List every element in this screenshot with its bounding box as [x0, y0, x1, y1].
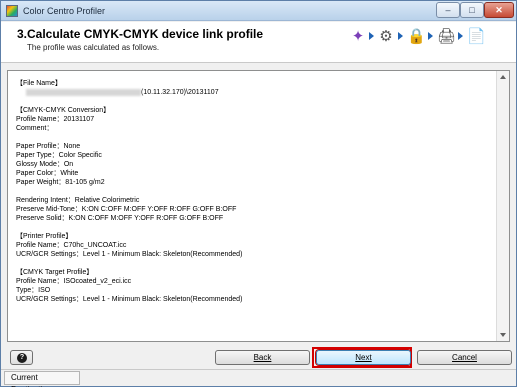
preserve-midtone: Preserve Mid-Tone：K:ON C:OFF M:OFF Y:OFF… — [16, 206, 237, 213]
status-bar: Current Destination — [1, 369, 516, 387]
profiler-window: Color Centro Profiler – □ ✕ 3.Calculate … — [0, 0, 517, 387]
rendering-intent: Rendering Intent：Relative Colorimetric — [16, 197, 140, 204]
profile-summary-panel[interactable]: 【File Name】 (10.11.32.170)\20131107 【CMY… — [7, 70, 510, 342]
redacted-path — [26, 89, 141, 96]
target-heading: 【CMYK Target Profile】 — [16, 269, 94, 276]
close-button[interactable]: ✕ — [484, 2, 514, 18]
printer-heading: 【Printer Profile】 — [16, 233, 73, 240]
printer-ucr-gcr: UCR/GCR Settings：Level 1 - Minimum Black… — [16, 251, 243, 258]
printer-profile-name: Profile Name：C70hc_UNCOAT.icc — [16, 242, 127, 249]
paper-type: Paper Type：Color Specific — [16, 152, 102, 159]
document-export-icon: 📄 — [467, 28, 486, 45]
vertical-scrollbar[interactable] — [496, 71, 509, 341]
file-name-row: (10.11.32.170)\20131107 — [16, 88, 494, 97]
target-ucr-gcr: UCR/GCR Settings：Level 1 - Minimum Black… — [16, 296, 243, 303]
target-profile-name: Profile Name：ISOcoated_v2_eci.icc — [16, 278, 132, 285]
paper-color: Paper Color：White — [16, 170, 79, 177]
arrow-icon — [428, 32, 433, 40]
arrow-icon — [369, 32, 374, 40]
arrow-icon — [398, 32, 403, 40]
arrow-icon — [458, 32, 463, 40]
paper-weight: Paper Weight：81-105 g/m2 — [16, 179, 105, 186]
app-icon — [6, 5, 18, 17]
help-icon: ? — [17, 353, 27, 363]
conversion-heading: 【CMYK-CMYK Conversion】 — [16, 107, 111, 114]
comment: Comment： — [16, 125, 54, 132]
target-type: Type：ISO — [16, 287, 51, 294]
lock-folder-icon: 🔒 — [407, 28, 426, 45]
maximize-button[interactable]: □ — [460, 2, 484, 18]
preserve-solid: Preserve Solid：K:ON C:OFF M:OFF Y:OFF R:… — [16, 215, 224, 222]
title-bar[interactable]: Color Centro Profiler – □ ✕ — [1, 1, 516, 21]
glossy-mode: Glossy Mode：On — [16, 161, 74, 168]
scroll-up-icon[interactable] — [500, 75, 506, 79]
minimize-button[interactable]: – — [436, 2, 460, 18]
file-name-value: (10.11.32.170)\20131107 — [141, 89, 219, 96]
page-subtitle: The profile was calculated as follows. — [27, 43, 160, 52]
cancel-button[interactable]: Cancel — [417, 350, 512, 365]
next-button[interactable]: Next — [316, 350, 411, 365]
page-title: 3.Calculate CMYK-CMYK device link profil… — [17, 27, 264, 41]
help-button[interactable]: ? — [10, 350, 33, 365]
gear-icon: ⚙ — [379, 28, 393, 45]
profile-name: Profile Name：20131107 — [16, 116, 95, 123]
window-title: Color Centro Profiler — [23, 6, 106, 16]
scroll-down-icon[interactable] — [500, 333, 506, 337]
wizard-header: 3.Calculate CMYK-CMYK device link profil… — [1, 22, 516, 63]
printer-user-icon: 🖨 — [437, 28, 457, 45]
back-button[interactable]: Back — [215, 350, 310, 365]
current-destination: Current Destination — [4, 371, 80, 387]
profile-summary-text: 【File Name】 (10.11.32.170)\20131107 【CMY… — [16, 79, 494, 304]
wand-icon: ✦ — [351, 28, 365, 45]
paper-profile: Paper Profile：None — [16, 143, 81, 150]
file-name-heading: 【File Name】 — [16, 80, 62, 87]
wizard-steps: ✦ ⚙ 🔒 🖨 📄 — [347, 25, 512, 49]
